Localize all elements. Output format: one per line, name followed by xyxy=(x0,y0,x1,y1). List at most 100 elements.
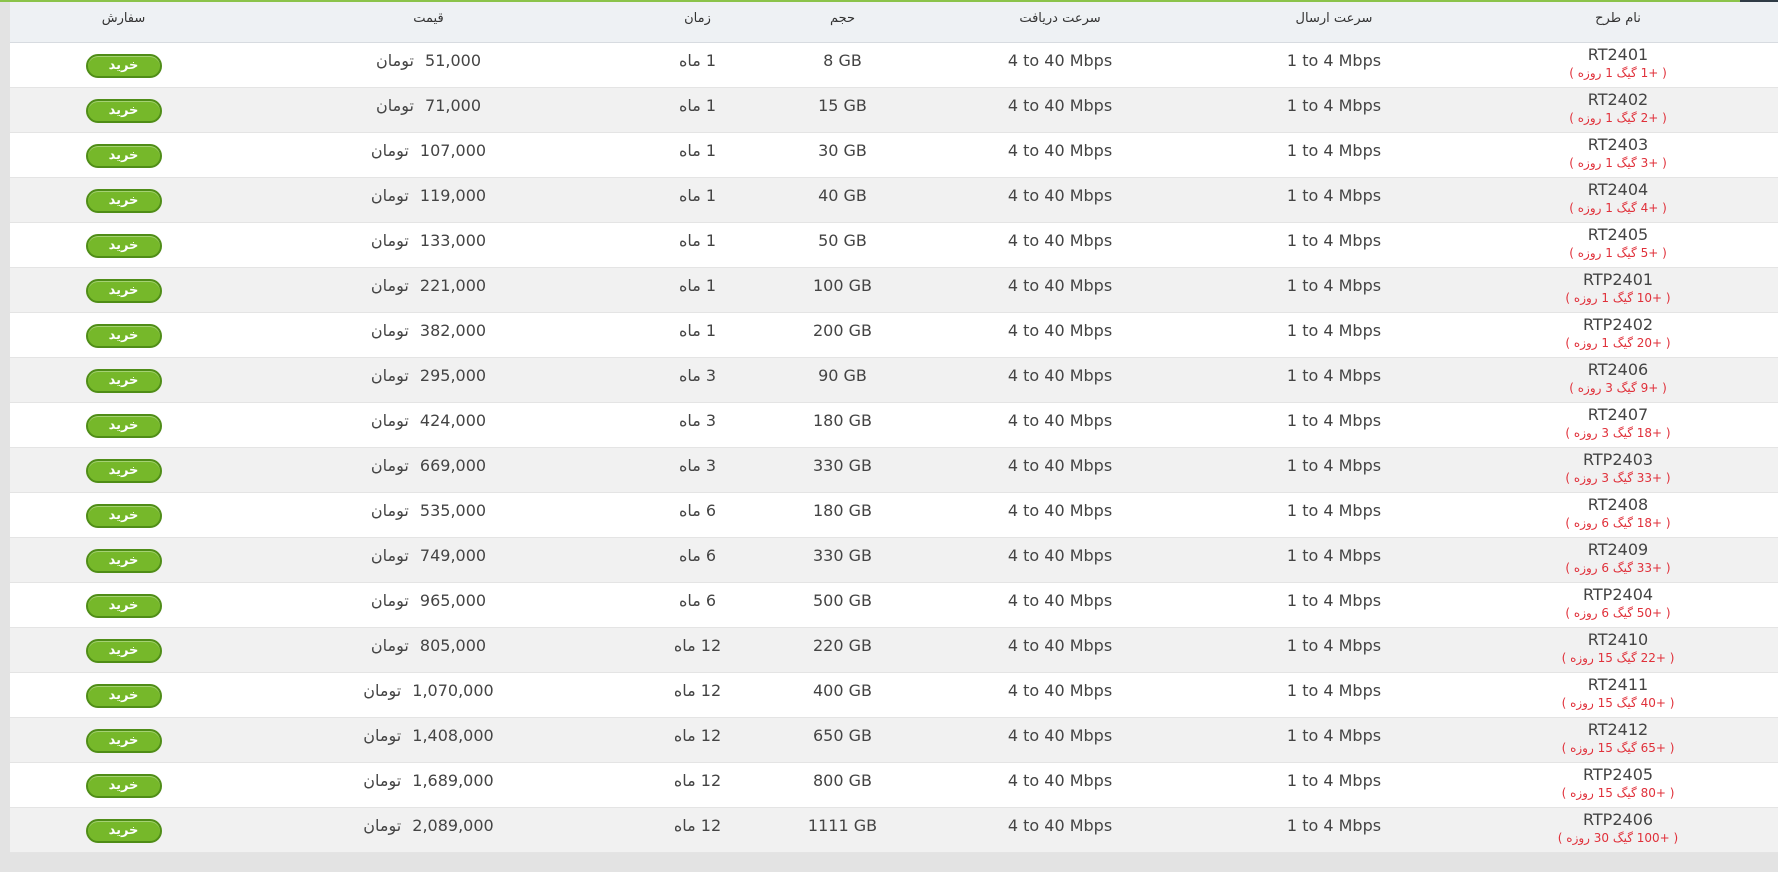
upload-speed-cell: 1 to 4 Mbps xyxy=(1210,132,1458,178)
price-cell: 2,089,000 تومان xyxy=(237,807,620,853)
volume-cell: 330 GB xyxy=(775,537,910,583)
price-currency: تومان xyxy=(370,140,409,160)
price-cell: 965,000 تومان xyxy=(237,582,620,628)
download-speed-value: 4 to 40 Mbps xyxy=(1007,95,1113,115)
upload-speed-cell: 1 to 4 Mbps xyxy=(1210,447,1458,493)
buy-button[interactable]: خرید xyxy=(85,414,162,438)
volume-value: 500 GB xyxy=(813,590,872,610)
plan-bonus: ( +2 گیگ 1 روزه ) xyxy=(1569,110,1667,125)
upload-speed-value: 1 to 4 Mbps xyxy=(1286,770,1382,790)
duration-value: 6 ماه xyxy=(679,501,716,520)
download-speed-value: 4 to 40 Mbps xyxy=(1007,275,1113,295)
plan-bonus: ( +18 گیگ 3 روزه ) xyxy=(1565,425,1671,440)
upload-speed-value: 1 to 4 Mbps xyxy=(1286,680,1382,700)
buy-button[interactable]: خرید xyxy=(85,189,162,213)
plan-cell: RTP2402 ( +20 گیگ 1 روزه ) xyxy=(1458,312,1778,358)
download-speed-cell: 4 to 40 Mbps xyxy=(910,492,1210,538)
volume-value: 90 GB xyxy=(818,365,867,385)
table-row: RT2408 ( +18 گیگ 6 روزه ) 1 to 4 Mbps 4 … xyxy=(10,492,1778,538)
price-cell: 119,000 تومان xyxy=(237,177,620,223)
upload-speed-cell: 1 to 4 Mbps xyxy=(1210,807,1458,853)
duration-cell: 3 ماه xyxy=(620,447,775,493)
buy-button[interactable]: خرید xyxy=(85,99,162,123)
duration-number: 1 xyxy=(705,95,717,115)
duration-unit: ماه xyxy=(678,95,701,115)
volume-cell: 180 GB xyxy=(775,402,910,448)
buy-button[interactable]: خرید xyxy=(85,54,162,78)
duration-unit: ماه xyxy=(678,590,701,610)
duration-unit: ماه xyxy=(673,635,696,655)
plan-code: RT2402 xyxy=(1587,89,1649,109)
download-speed-cell: 4 to 40 Mbps xyxy=(910,447,1210,493)
buy-button[interactable]: خرید xyxy=(85,144,162,168)
plan-bonus: ( +5 گیگ 1 روزه ) xyxy=(1569,245,1667,260)
order-cell: خرید xyxy=(10,132,237,178)
plan-code: RTP2403 xyxy=(1582,449,1654,469)
buy-button[interactable]: خرید xyxy=(85,819,162,843)
price-value: 71,000 تومان xyxy=(376,96,481,115)
table-header-row: نام طرح سرعت ارسال سرعت دریافت حجم زمان … xyxy=(10,2,1778,43)
upload-speed-cell: 1 to 4 Mbps xyxy=(1210,582,1458,628)
plan-bonus: ( +10 گیگ 1 روزه ) xyxy=(1565,290,1671,305)
table-row: RTP2401 ( +10 گیگ 1 روزه ) 1 to 4 Mbps 4… xyxy=(10,267,1778,313)
price-amount: 221,000 xyxy=(419,275,487,295)
price-amount: 424,000 xyxy=(419,410,487,430)
plan-bonus: ( +9 گیگ 3 روزه ) xyxy=(1569,380,1667,395)
price-currency: تومان xyxy=(370,410,409,430)
duration-unit: ماه xyxy=(678,320,701,340)
upload-speed-value: 1 to 4 Mbps xyxy=(1286,50,1382,70)
upload-speed-cell: 1 to 4 Mbps xyxy=(1210,717,1458,763)
header-download-speed: سرعت دریافت xyxy=(910,2,1210,43)
price-value: 2,089,000 تومان xyxy=(363,816,493,835)
order-cell: خرید xyxy=(10,267,237,313)
plan-cell: RT2411 ( +40 گیگ 15 روزه ) xyxy=(1458,672,1778,718)
buy-button[interactable]: خرید xyxy=(85,684,162,708)
plan-cell: RT2408 ( +18 گیگ 6 روزه ) xyxy=(1458,492,1778,538)
table-row: RT2402 ( +2 گیگ 1 روزه ) 1 to 4 Mbps 4 t… xyxy=(10,87,1778,133)
volume-cell: 400 GB xyxy=(775,672,910,718)
upload-speed-value: 1 to 4 Mbps xyxy=(1286,725,1382,745)
buy-button[interactable]: خرید xyxy=(85,324,162,348)
price-amount: 295,000 xyxy=(419,365,487,385)
download-speed-value: 4 to 40 Mbps xyxy=(1007,680,1113,700)
upload-speed-value: 1 to 4 Mbps xyxy=(1286,590,1382,610)
price-value: 535,000 تومان xyxy=(371,501,486,520)
plan-cell: RT2410 ( +22 گیگ 15 روزه ) xyxy=(1458,627,1778,673)
buy-button[interactable]: خرید xyxy=(85,549,162,573)
price-currency: تومان xyxy=(370,635,409,655)
upload-speed-value: 1 to 4 Mbps xyxy=(1286,95,1382,115)
buy-button[interactable]: خرید xyxy=(85,729,162,753)
buy-button[interactable]: خرید xyxy=(85,504,162,528)
order-cell: خرید xyxy=(10,762,237,808)
plan-code: RTP2401 xyxy=(1582,269,1654,289)
duration-unit: ماه xyxy=(673,815,696,835)
download-speed-cell: 4 to 40 Mbps xyxy=(910,537,1210,583)
header-upload-speed: سرعت ارسال xyxy=(1210,2,1458,43)
duration-unit: ماه xyxy=(678,545,701,565)
buy-button[interactable]: خرید xyxy=(85,774,162,798)
volume-value: 180 GB xyxy=(813,410,872,430)
volume-value: 220 GB xyxy=(813,635,872,655)
price-amount: 1,408,000 xyxy=(412,725,494,745)
price-cell: 669,000 تومان xyxy=(237,447,620,493)
price-amount: 107,000 xyxy=(419,140,487,160)
duration-number: 6 xyxy=(705,590,717,610)
plan-code: RT2412 xyxy=(1587,719,1649,739)
duration-value: 6 ماه xyxy=(679,546,716,565)
buy-button[interactable]: خرید xyxy=(85,234,162,258)
plan-cell: RT2412 ( +65 گیگ 15 روزه ) xyxy=(1458,717,1778,763)
duration-value: 1 ماه xyxy=(679,231,716,250)
buy-button[interactable]: خرید xyxy=(85,594,162,618)
buy-button[interactable]: خرید xyxy=(85,639,162,663)
price-value: 1,689,000 تومان xyxy=(363,771,493,790)
upload-speed-cell: 1 to 4 Mbps xyxy=(1210,42,1458,88)
buy-button[interactable]: خرید xyxy=(85,279,162,303)
volume-cell: 1111 GB xyxy=(775,807,910,853)
volume-cell: 30 GB xyxy=(775,132,910,178)
upload-speed-value: 1 to 4 Mbps xyxy=(1286,635,1382,655)
price-currency: تومان xyxy=(370,230,409,250)
duration-number: 12 xyxy=(700,770,722,790)
buy-button[interactable]: خرید xyxy=(85,459,162,483)
plan-bonus: ( +40 گیگ 15 روزه ) xyxy=(1561,695,1675,710)
buy-button[interactable]: خرید xyxy=(85,369,162,393)
